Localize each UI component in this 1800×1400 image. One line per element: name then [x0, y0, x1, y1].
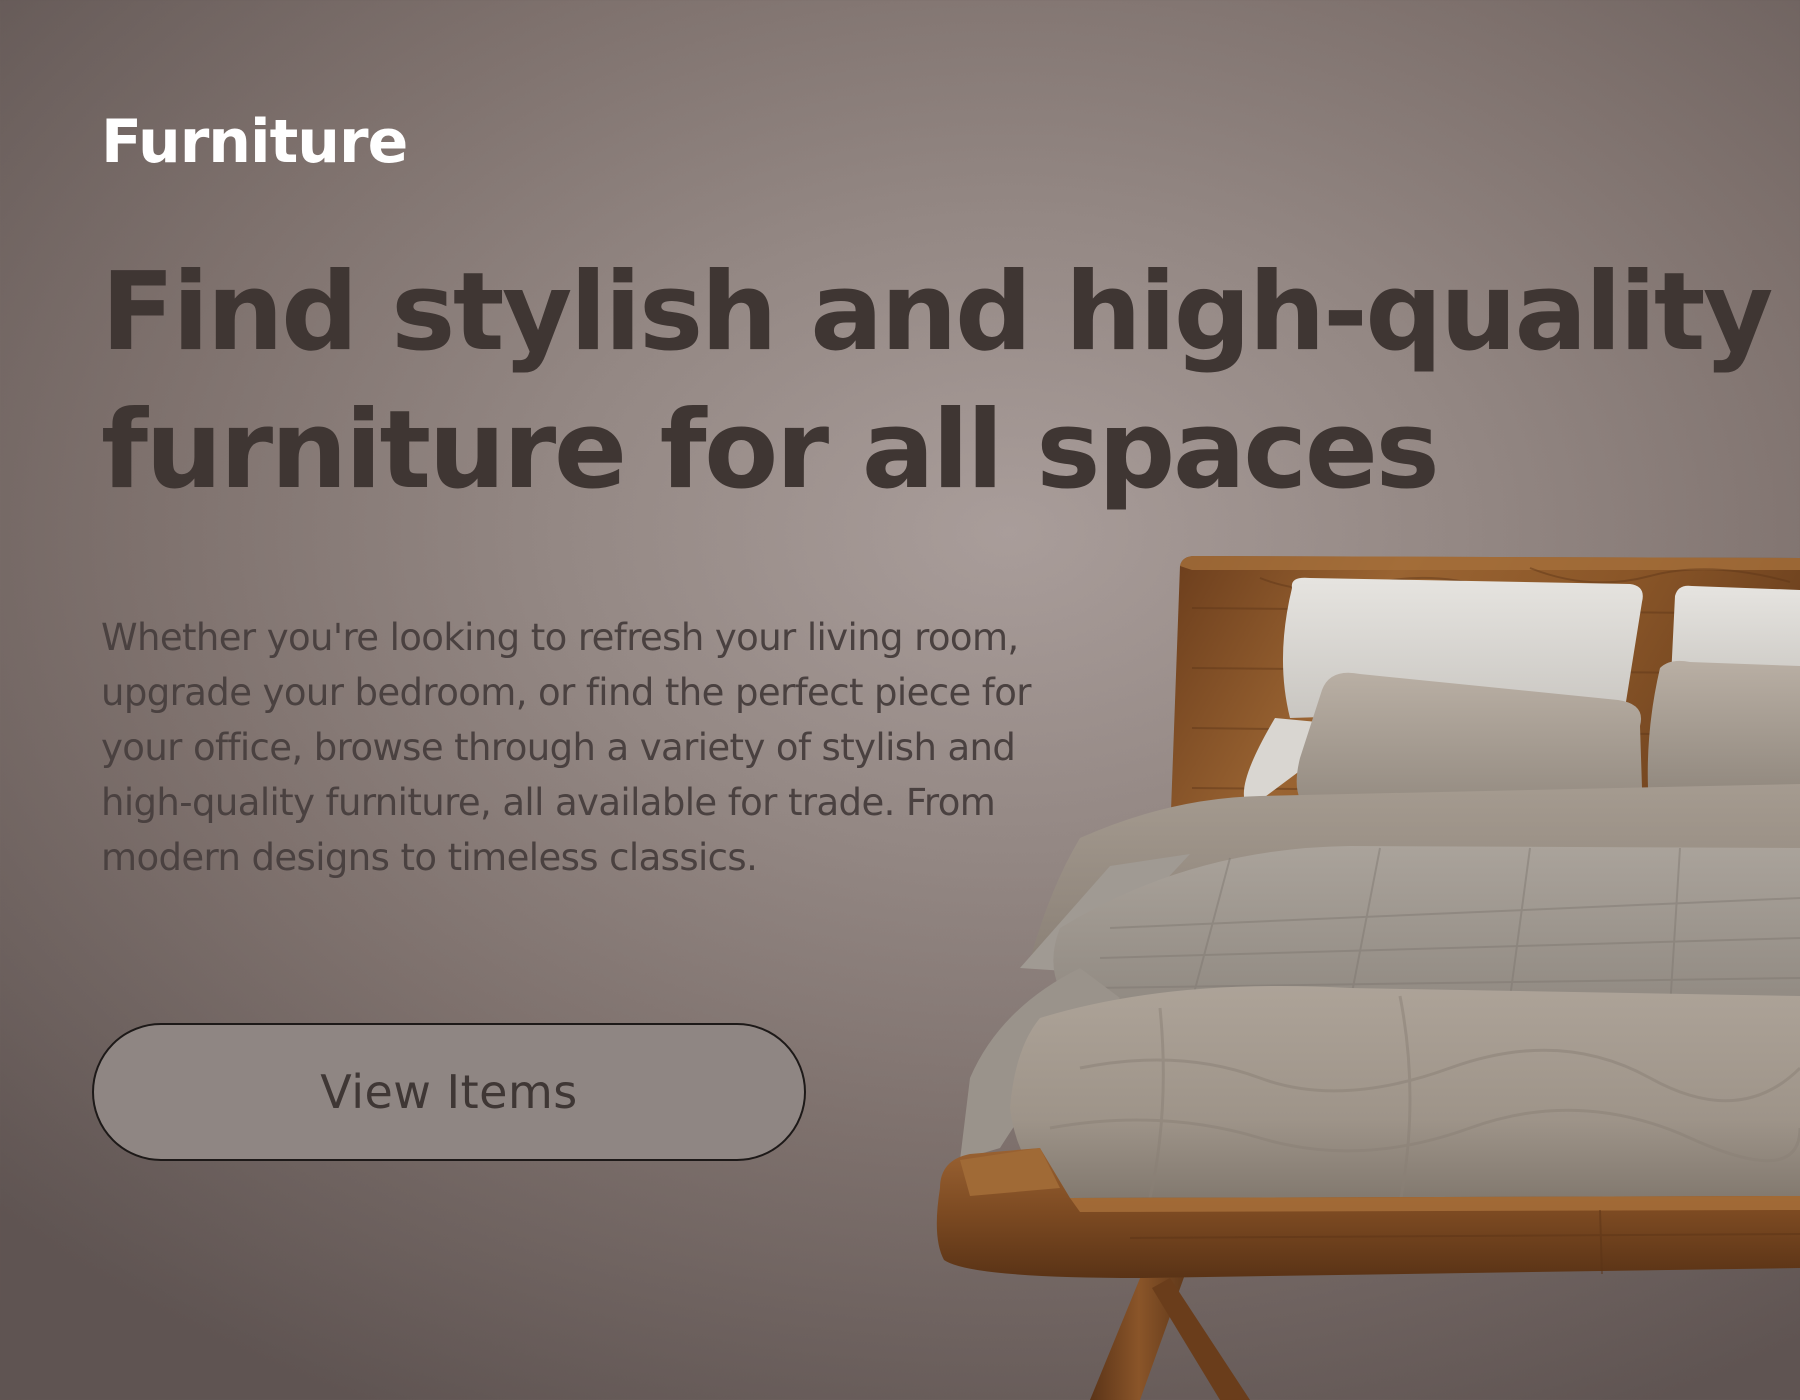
- headline-line: Find stylish and high-quality: [101, 250, 1773, 375]
- view-items-button[interactable]: View Items: [92, 1023, 806, 1161]
- headline-line: furniture for all spaces: [101, 388, 1440, 513]
- bed-image: [936, 556, 1800, 1400]
- brand-title: Furniture: [101, 107, 408, 177]
- hero-headline: Find stylish and high-quality furniture …: [101, 244, 1800, 520]
